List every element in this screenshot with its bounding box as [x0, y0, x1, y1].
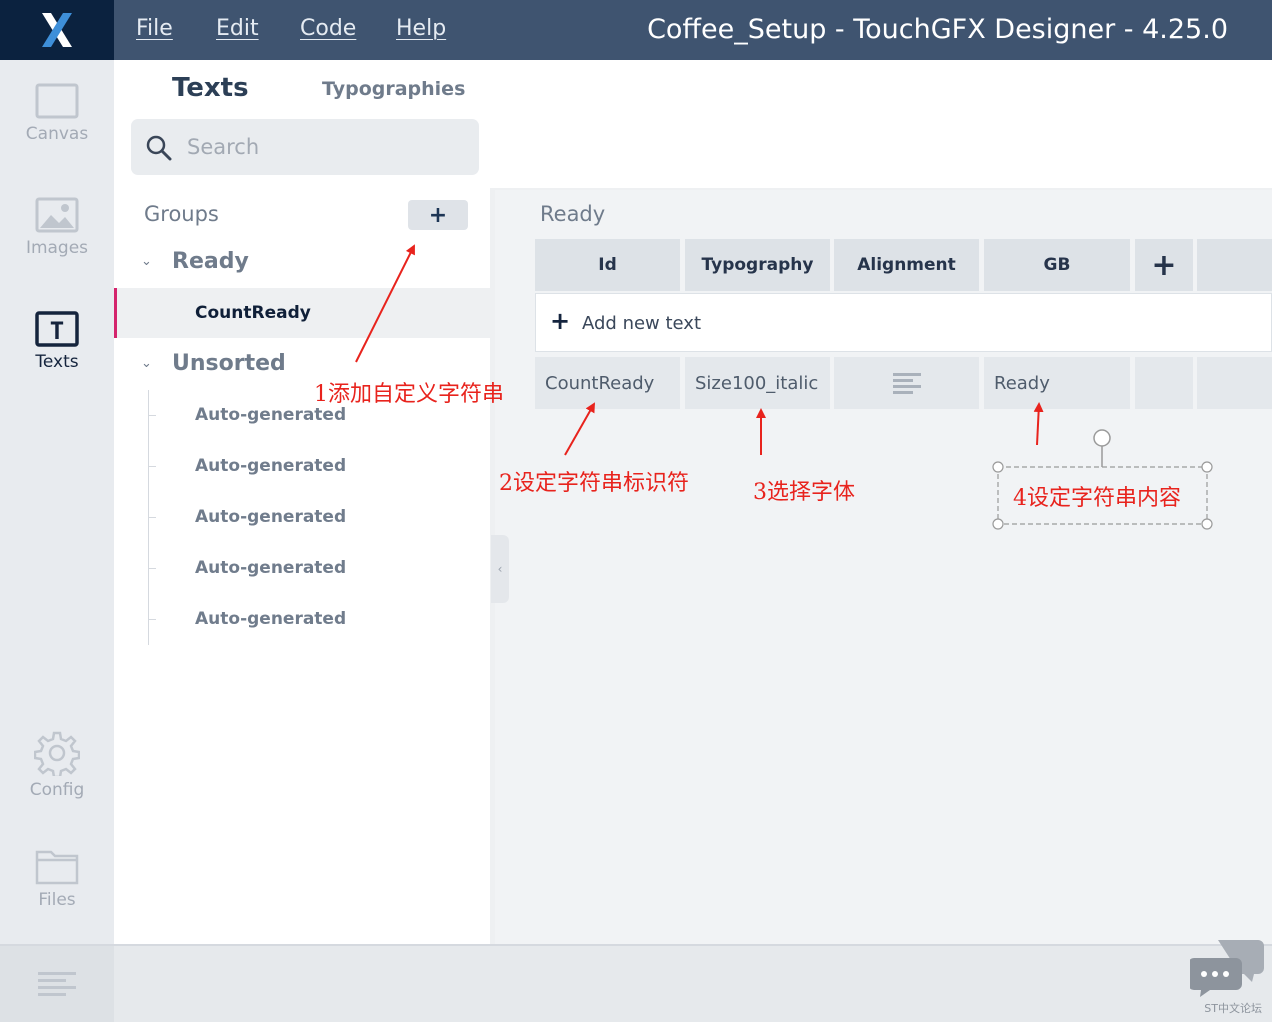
column-header-gb[interactable]: GB [984, 239, 1130, 291]
search-icon [146, 135, 172, 161]
cell-empty [1197, 357, 1272, 409]
nav-canvas-label: Canvas [25, 124, 89, 144]
menu-code[interactable]: Code [300, 16, 356, 41]
canvas-icon [35, 83, 79, 119]
tab-texts[interactable]: Texts [172, 73, 249, 103]
search-input[interactable] [187, 133, 467, 161]
app-logo [0, 0, 114, 60]
text-icon: T [35, 311, 79, 347]
cell-empty [1135, 357, 1193, 409]
add-new-text-row[interactable]: + Add new text [535, 293, 1272, 352]
column-header-id[interactable]: Id [535, 239, 680, 291]
annotation-step-2: 2设定字符串标识符 [499, 471, 689, 496]
add-new-text-label: Add new text [582, 313, 702, 334]
window-title: Coffee_Setup - TouchGFX Designer - 4.25.… [647, 14, 1228, 45]
annotation-step-1: 1添加自定义字符串 [314, 382, 504, 407]
svg-text:T: T [50, 317, 64, 345]
group-item-auto-generated[interactable]: Auto-generated [195, 558, 346, 578]
folder-icon [35, 850, 79, 885]
image-icon [35, 197, 79, 233]
nav-images[interactable]: Images [0, 196, 114, 258]
group-item-auto-generated[interactable]: Auto-generated [195, 456, 346, 476]
selection-accent [114, 288, 117, 338]
column-header-typography[interactable]: Typography [685, 239, 830, 291]
nav-config[interactable]: Config [0, 730, 114, 800]
column-header-extra [1197, 239, 1272, 291]
group-item-auto-generated[interactable]: Auto-generated [195, 609, 346, 629]
chevron-down-icon[interactable]: ⌄ [141, 356, 152, 371]
group-unsorted[interactable]: Unsorted [172, 351, 286, 376]
group-ready[interactable]: Ready [172, 249, 249, 274]
nav-config-label: Config [29, 780, 85, 800]
table-group-title: Ready [540, 202, 606, 226]
tree-tick [148, 517, 156, 518]
menu-edit[interactable]: Edit [216, 16, 259, 41]
watermark-label: ST中文论坛 [1204, 1002, 1262, 1015]
nav-files[interactable]: Files [0, 846, 114, 910]
cell-id[interactable]: CountReady [535, 357, 680, 409]
chevron-left-icon: ‹ [497, 562, 503, 576]
touchgfx-logo-icon [42, 13, 72, 47]
forum-chat-icon [1190, 940, 1264, 997]
column-header-alignment[interactable]: Alignment [834, 239, 979, 291]
align-left-icon [892, 373, 921, 394]
cell-typography[interactable]: Size100_italic [685, 357, 830, 409]
annotation-step-3: 3选择字体 [753, 480, 855, 505]
tree-tick [148, 415, 156, 416]
group-item-auto-generated[interactable]: Auto-generated [195, 507, 346, 527]
tree-tick [148, 568, 156, 569]
groups-label: Groups [144, 202, 219, 226]
nav-texts-label: Texts [35, 352, 79, 372]
group-item-auto-generated[interactable]: Auto-generated [195, 405, 346, 425]
bottom-bar [0, 944, 1272, 1022]
menu-file[interactable]: File [136, 16, 173, 41]
group-item-countready[interactable]: CountReady [195, 303, 311, 323]
nav-images-label: Images [25, 238, 89, 258]
menu-help[interactable]: Help [396, 16, 446, 41]
gear-icon [34, 731, 80, 776]
left-nav: Canvas Images T Texts Config Files [0, 60, 114, 944]
collapse-panel-handle[interactable]: ‹ [491, 535, 509, 603]
bottom-menu-button[interactable] [0, 946, 114, 1022]
annotation-step-4: 4设定字符串内容 [1013, 486, 1181, 511]
cell-alignment[interactable] [834, 357, 979, 409]
cell-gb[interactable]: Ready [984, 357, 1130, 409]
menu-lines-icon [38, 972, 76, 996]
nav-canvas[interactable]: Canvas [0, 82, 114, 144]
chevron-down-icon[interactable]: ⌄ [141, 254, 152, 269]
tree-tick [148, 466, 156, 467]
tree-tick [148, 619, 156, 620]
add-group-button[interactable]: + [408, 200, 468, 230]
nav-files-label: Files [38, 890, 76, 910]
plus-icon: + [550, 307, 571, 335]
add-language-button[interactable]: + [1135, 239, 1193, 291]
nav-texts[interactable]: T Texts [0, 310, 114, 372]
tab-typographies[interactable]: Typographies [322, 78, 465, 100]
search-box[interactable] [131, 119, 479, 175]
